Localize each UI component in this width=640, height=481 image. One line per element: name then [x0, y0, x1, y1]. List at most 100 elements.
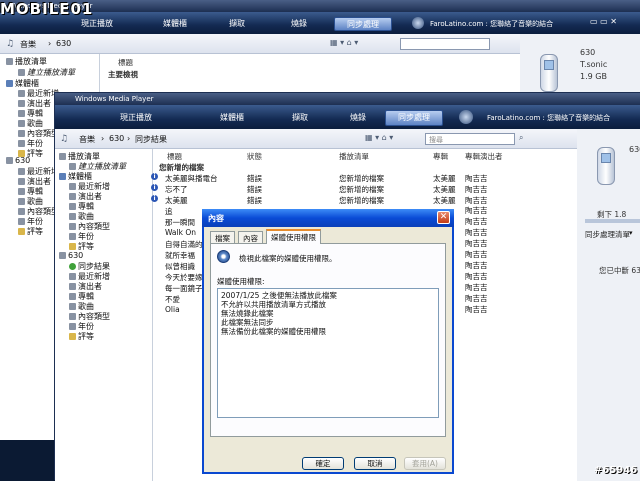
col-title[interactable]: 標題 [167, 151, 182, 162]
song-icon [18, 120, 25, 127]
back-col-title[interactable]: 標題 [118, 57, 133, 68]
back-breadcrumb-630[interactable]: 630 [56, 39, 71, 48]
back-window-controls-icon[interactable]: ▭ ▭ ✕ [590, 17, 617, 26]
back-tab-burn[interactable]: 燒錄 [276, 17, 322, 31]
col-album[interactable]: 專輯 [433, 151, 448, 162]
front-breadcrumb-sep2-icon: › [127, 134, 131, 143]
dialog-title: 內容 [208, 214, 224, 223]
dropdown-arrow-icon[interactable]: ▾ [629, 229, 633, 237]
recent-icon [18, 168, 25, 175]
dialog-panel: 檢視此檔案的媒體使用權限。 媒體使用權限: 2007/1/25 之後便無法播放此… [210, 243, 446, 437]
device-icon [59, 252, 66, 259]
front-globe-icon [459, 110, 473, 124]
image-id-label: #65946 [594, 465, 638, 476]
front-breadcrumb-music[interactable]: 音樂 [79, 134, 95, 145]
table-row[interactable]: i 太美麗與播電台 錯誤 您新增的檔案 太美麗 陶吉吉 [151, 172, 577, 183]
back-tab-now-playing[interactable]: 現正播放 [68, 17, 126, 31]
front-tab-rip[interactable]: 擷取 [277, 111, 323, 125]
rights-label: 媒體使用權限: [217, 277, 265, 286]
music-icon [59, 173, 66, 180]
back-device-icon [536, 54, 562, 94]
album-icon [18, 110, 25, 117]
music-icon [6, 80, 13, 87]
list-item[interactable]: 此檔案無法同步 [221, 318, 435, 327]
front-device-status: 您已中斷 630 [599, 266, 640, 275]
col-status[interactable]: 狀態 [247, 151, 262, 162]
error-icon: i [151, 195, 158, 202]
recent-icon [69, 183, 76, 190]
back-tab-rip[interactable]: 擷取 [214, 17, 260, 31]
list-item[interactable]: 無法燒錄此檔案 [221, 309, 435, 318]
song-icon [69, 213, 76, 220]
rating-icon [18, 228, 25, 235]
front-tab-sync[interactable]: 同步處理 [385, 110, 443, 126]
ok-button[interactable]: 確定 [302, 457, 344, 470]
front-tab-bar: 現正播放 媒體櫃 擷取 燒錄 同步處理 FaroLatino.com : 您聯絡… [55, 105, 640, 129]
back-breadcrumb-sep-icon: › [48, 39, 52, 48]
back-tree-dev-rating[interactable]: 評等 [18, 226, 43, 237]
album-icon [18, 188, 25, 195]
front-address-bar: ♫ 音樂 › 630 › 同步結果 ▦ ▾ ⌂ ▾ 搜尋 ⌕ [55, 129, 577, 149]
back-tree-playlists[interactable]: 播放清單 [6, 56, 47, 67]
front-search-input[interactable]: 搜尋 [425, 133, 515, 145]
back-tab-bar: 現正播放 媒體櫃 擷取 燒錄 同步處理 FaroLatino.com : 您聯絡… [0, 12, 640, 34]
new-playlist-icon [69, 163, 76, 170]
genre-icon [18, 130, 25, 137]
right-artist-column: 陶吉吉 陶吉吉 陶吉吉 陶吉吉 陶吉吉 陶吉吉 陶吉吉 陶吉吉 陶吉吉 陶吉吉 [465, 206, 488, 314]
front-tab-now-playing[interactable]: 現正播放 [107, 111, 165, 125]
rights-listbox[interactable]: 2007/1/25 之後便無法播放此檔案 不允許以共用播放清單方式播放 無法燒錄… [217, 288, 439, 418]
front-tab-library[interactable]: 媒體櫃 [203, 111, 261, 125]
year-icon [18, 140, 25, 147]
front-tree-device[interactable]: 630 [59, 251, 83, 260]
col-album-artist[interactable]: 專輯演出者 [465, 151, 503, 162]
table-row[interactable]: i 太美麗 錯誤 您新增的檔案 太美麗 陶吉吉 [151, 194, 577, 205]
song-icon [69, 303, 76, 310]
row-title: Walk On [165, 228, 196, 237]
front-sync-list-dropdown[interactable]: 同步處理清單 [585, 229, 630, 240]
back-tree-create-playlist[interactable]: 建立播放清單 [18, 67, 75, 78]
dialog-tab-file[interactable]: 檔案 [210, 231, 235, 243]
genre-icon [69, 313, 76, 320]
back-music-note-icon: ♫ [6, 39, 15, 49]
front-breadcrumb-sync-results[interactable]: 同步結果 [135, 134, 167, 145]
back-device-name: 630 [580, 48, 596, 57]
back-breadcrumb-music[interactable]: 音樂 [20, 39, 36, 50]
mobile01-logo: MOBILE01 [0, 0, 94, 18]
back-tab-sync[interactable]: 同步處理 [334, 17, 392, 31]
rating-icon [69, 243, 76, 250]
front-breadcrumb-630[interactable]: 630 [109, 134, 124, 143]
front-tab-burn[interactable]: 燒錄 [335, 111, 381, 125]
rating-icon [69, 333, 76, 340]
album-icon [69, 203, 76, 210]
year-icon [69, 323, 76, 330]
error-icon: i [151, 184, 158, 191]
playlist-icon [6, 58, 13, 65]
back-group-label: 主要檢視 [108, 70, 138, 79]
front-toolbar-icons[interactable]: ▦ ▾ ⌂ ▾ [365, 133, 393, 142]
back-address-bar: ♫ 音樂 › 630 ▦ ▾ ⌂ ▾ [0, 34, 520, 54]
col-playlist[interactable]: 播放清單 [339, 151, 369, 162]
cancel-button[interactable]: 取消 [354, 457, 396, 470]
error-icon: i [151, 173, 158, 180]
table-row[interactable]: i 忘不了 錯誤 您新增的檔案 太美麗 陶吉吉 [151, 183, 577, 194]
dialog-tab-media-rights[interactable]: 媒體使用權限 [266, 229, 321, 244]
back-tree-device[interactable]: 630 [6, 156, 30, 165]
artist-icon [18, 100, 25, 107]
dialog-message: 檢視此檔案的媒體使用權限。 [239, 254, 337, 263]
back-toolbar-icons[interactable]: ▦ ▾ ⌂ ▾ [330, 38, 358, 47]
list-item[interactable]: 不允許以共用播放清單方式播放 [221, 300, 435, 309]
front-tree-dev-rating[interactable]: 評等 [69, 331, 94, 342]
back-search-input[interactable] [400, 38, 490, 50]
front-search-icon[interactable]: ⌕ [519, 133, 523, 143]
list-item[interactable]: 2007/1/25 之後便無法播放此檔案 [221, 291, 435, 300]
back-tab-library[interactable]: 媒體櫃 [146, 17, 204, 31]
front-device-pane: 630 剩下 1.8 同步處理清單 ▾ 您已中斷 630 [577, 129, 640, 481]
back-title-bar: Windows Media Player [0, 0, 640, 12]
song-icon [18, 198, 25, 205]
playlist-icon [59, 153, 66, 160]
apply-button[interactable]: 套用(A) [404, 457, 446, 470]
media-disc-icon [217, 250, 230, 263]
dialog-tab-content[interactable]: 內容 [238, 231, 263, 243]
dialog-close-button[interactable]: ✕ [437, 211, 450, 224]
list-item[interactable]: 無法備份此檔案的媒體使用權限 [221, 327, 435, 336]
